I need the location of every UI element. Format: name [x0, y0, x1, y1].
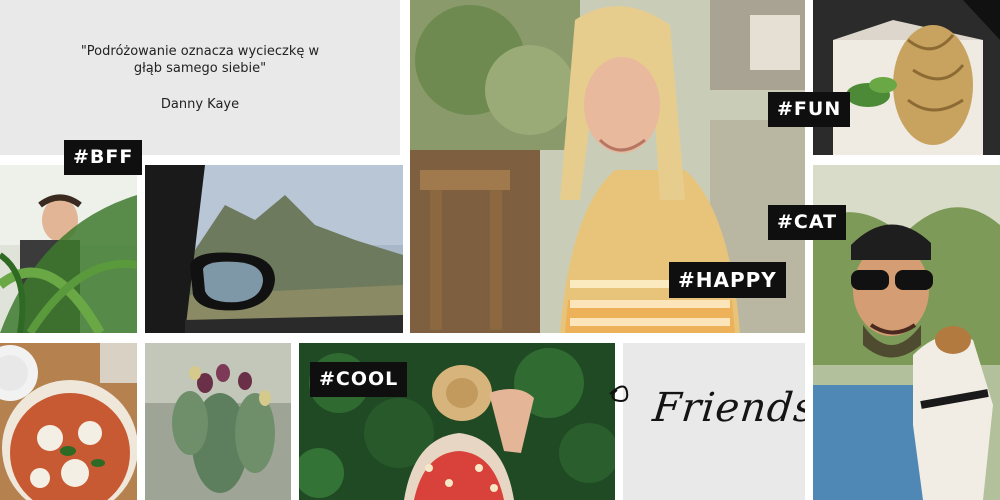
quote-tile: "Podróżowanie oznacza wycieczkę w głąb s… — [0, 0, 400, 155]
pasta-photo — [813, 0, 1000, 155]
pizza-photo — [0, 343, 137, 500]
cactus-photo — [145, 343, 291, 500]
quote-text: "Podróżowanie oznacza wycieczkę w głąb s… — [80, 44, 320, 76]
friends-tile: Friends — [623, 343, 805, 500]
car-mirror-mountains-photo — [145, 165, 403, 333]
hashtag-cool: #COOL — [310, 362, 408, 397]
hashtag-fun: #FUN — [768, 92, 851, 127]
quote-author: Danny Kaye — [160, 97, 240, 112]
man-behind-plant-photo — [0, 165, 137, 333]
hashtag-cat: #CAT — [768, 205, 847, 240]
hashtag-bff: #BFF — [64, 140, 143, 175]
hashtag-happy: #HAPPY — [669, 262, 786, 298]
friends-label: Friends — [650, 385, 805, 431]
scribble-icon — [609, 385, 629, 402]
